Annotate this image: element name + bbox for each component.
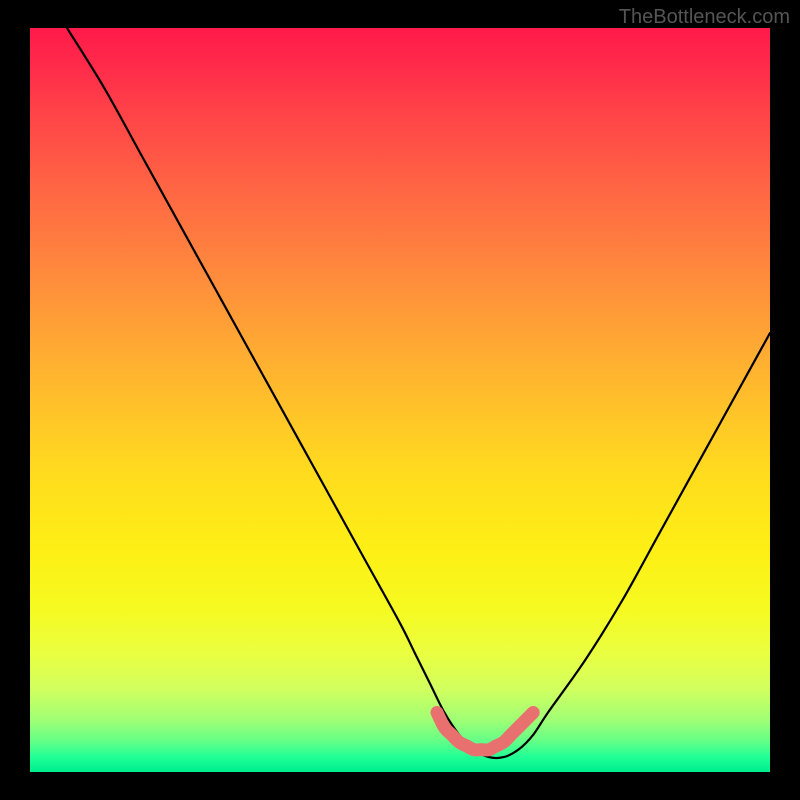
bottleneck-curve-path (67, 28, 770, 758)
optimal-zone-path (437, 712, 533, 749)
chart-plot-area (30, 28, 770, 772)
attribution-text: TheBottleneck.com (619, 6, 790, 29)
chart-svg (30, 28, 770, 772)
